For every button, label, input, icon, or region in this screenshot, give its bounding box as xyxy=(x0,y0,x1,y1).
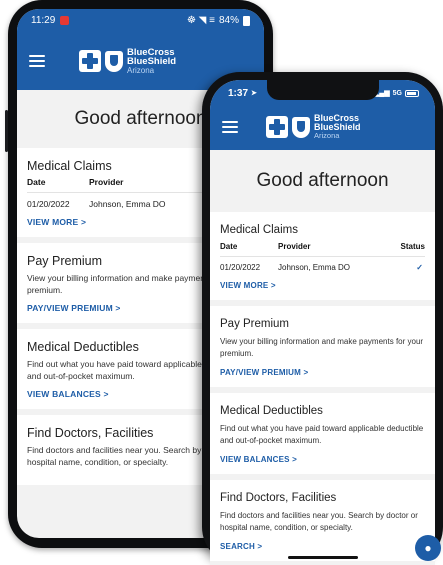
view-more-link[interactable]: VIEW MORE > xyxy=(220,281,425,290)
menu-icon[interactable] xyxy=(29,55,45,67)
claims-table-header: Date Provider Status xyxy=(220,242,425,251)
blue-shield-icon xyxy=(292,116,310,138)
chevron-right-icon: > xyxy=(292,455,298,464)
blue-shield-icon xyxy=(105,50,123,72)
record-icon xyxy=(60,16,70,25)
card-title: Find Doctors, Facilities xyxy=(220,492,337,504)
app-header: BlueCross BlueShield Arizona xyxy=(210,104,435,150)
card-title: Pay Premium xyxy=(220,318,290,330)
status-time: 11:29 xyxy=(31,15,56,26)
card-body: View your billing information and make p… xyxy=(220,337,424,358)
search-link[interactable]: SEARCH > xyxy=(220,542,425,551)
chevron-right-icon: > xyxy=(103,389,109,399)
menu-icon[interactable] xyxy=(222,121,238,133)
iphone: 1:37 ➤ ▂▄▆ 5G BlueCross BlueShield Arizo… xyxy=(202,72,443,565)
notch xyxy=(266,80,379,100)
chevron-right-icon: > xyxy=(257,542,263,551)
medical-deductibles-card: Medical Deductibles Find out what you ha… xyxy=(210,393,435,474)
chat-fab-icon[interactable]: ● xyxy=(415,535,441,561)
view-balances-link[interactable]: VIEW BALANCES > xyxy=(220,455,425,464)
signal-icons: ☸ ◥ ≡ xyxy=(186,15,215,26)
table-row[interactable]: 01/20/2022 Johnson, Emma DO ✓ xyxy=(220,256,425,272)
card-title: Medical Deductibles xyxy=(220,405,323,417)
volume-button xyxy=(5,110,8,152)
location-arrow-icon: ➤ xyxy=(251,90,257,97)
greeting: Good afternoon xyxy=(210,150,435,212)
home-indicator xyxy=(287,556,358,559)
chevron-right-icon: > xyxy=(270,281,276,290)
status-bar: 11:29 ☸ ◥ ≡ 84% xyxy=(17,9,264,32)
status-time: 1:37 xyxy=(228,87,249,99)
network-type: 5G xyxy=(392,89,402,97)
blue-cross-icon xyxy=(266,116,288,138)
bcbs-logo: BlueCross BlueShield Arizona xyxy=(79,46,177,75)
find-doctors-card: Find Doctors, Facilities Find doctors an… xyxy=(210,480,435,561)
battery-icon xyxy=(243,15,250,26)
chevron-right-icon: > xyxy=(303,368,309,377)
iphone-screen: 1:37 ➤ ▂▄▆ 5G BlueCross BlueShield Arizo… xyxy=(210,80,435,565)
pay-view-premium-link[interactable]: PAY/VIEW PREMIUM > xyxy=(220,368,425,377)
card-body: Find doctors and facilities near you. Se… xyxy=(220,511,418,532)
battery-percent: 84% xyxy=(218,15,239,26)
battery-icon xyxy=(405,89,419,97)
pay-premium-card: Pay Premium View your billing informatio… xyxy=(210,306,435,387)
checkmark-icon: ✓ xyxy=(416,263,423,272)
brand-name: BlueCross BlueShield Arizona xyxy=(314,113,361,141)
bcbs-logo: BlueCross BlueShield Arizona xyxy=(266,114,361,140)
brand-name: BlueCross BlueShield Arizona xyxy=(127,46,177,75)
medical-claims-card: Medical Claims Date Provider Status 01/2… xyxy=(210,212,435,300)
chevron-right-icon: > xyxy=(80,217,87,227)
card-body: Find out what you have paid toward appli… xyxy=(220,424,424,445)
blue-cross-icon xyxy=(79,50,101,72)
chevron-right-icon: > xyxy=(115,303,121,313)
card-title: Medical Claims xyxy=(220,224,298,236)
